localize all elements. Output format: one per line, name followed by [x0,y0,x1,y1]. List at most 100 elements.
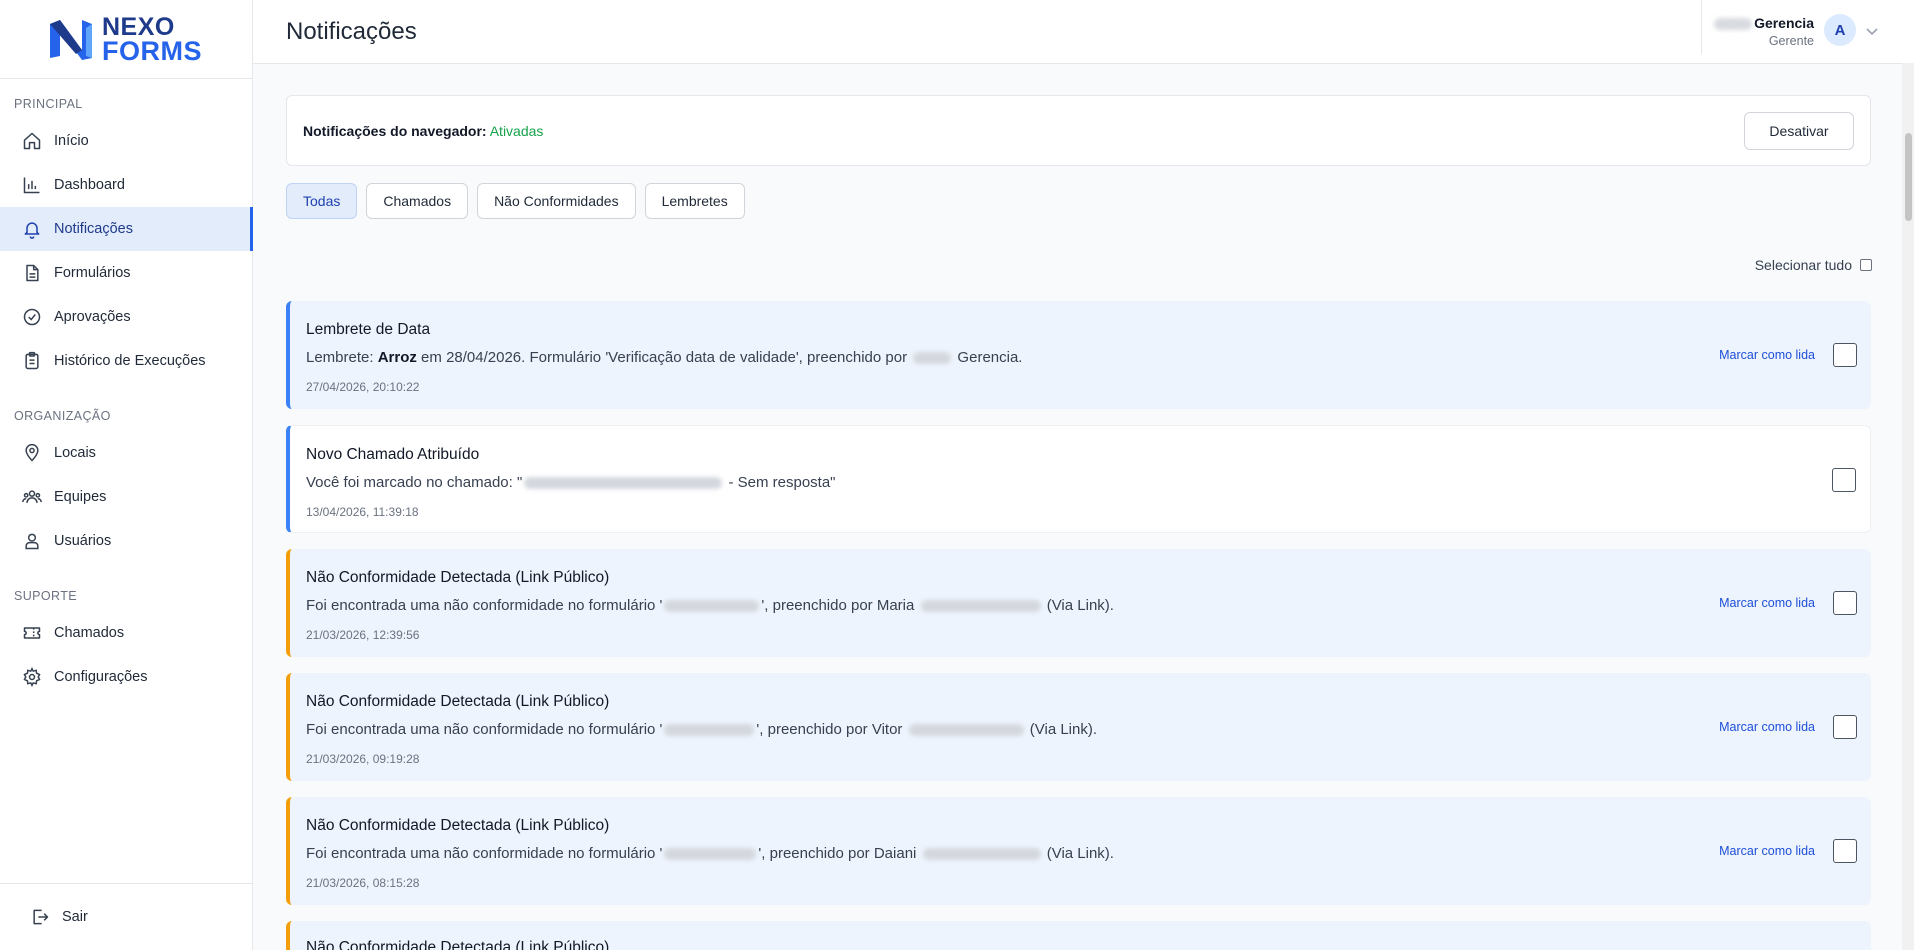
message-item-name: Arroz [377,349,417,366]
redacted-text [1714,18,1753,31]
sidebar-item-historico[interactable]: Histórico de Execuções [0,339,253,383]
chevron-down-icon[interactable] [1866,23,1878,41]
notification-checkbox[interactable] [1833,343,1857,367]
tab-todas[interactable]: Todas [286,183,358,219]
redacted-text [664,848,757,861]
redacted-text [664,724,755,737]
sidebar-item-chamados[interactable]: Chamados [0,611,253,655]
sidebar-item-label: Histórico de Execuções [54,353,206,369]
sidebar-footer-divider [0,883,253,884]
message-text: (Via Link). [1042,845,1114,862]
app-logo[interactable]: NEXO FORMS [46,15,202,65]
redacted-text [664,600,760,613]
notification-title: Novo Chamado Atribuído [306,446,480,463]
sidebar-item-label: Locais [54,445,96,461]
chart-icon [22,175,42,195]
page-title: Notificações [286,18,417,45]
message-text: Foi encontrada uma não conformidade no f… [306,597,663,614]
disable-notifications-button[interactable]: Desativar [1744,112,1854,150]
mark-as-read-button[interactable]: Marcar como lida [1719,348,1815,362]
user-name-text: Gerencia [1754,15,1814,31]
sidebar-item-label: Usuários [54,533,112,549]
message-text: (Via Link). [1042,597,1114,614]
bell-icon [22,219,42,239]
user-name: Gerencia [1714,15,1814,31]
clipboard-icon [22,351,42,371]
notification-message: Lembrete: Arroz em 28/04/2026. Formulári… [306,349,1022,366]
sidebar-item-aprovacoes[interactable]: Aprovações [0,295,253,339]
select-all-label: Selecionar tudo [1754,257,1852,273]
sidebar-item-notificacoes[interactable]: Notificações [0,207,253,251]
sidebar-divider [0,78,253,79]
sidebar-item-label: Formulários [54,265,131,281]
notification-title: Lembrete de Data [306,321,431,338]
tab-nao-conformidades[interactable]: Não Conformidades [477,183,636,219]
notification-title: Não Conformidade Detectada (Link Público… [306,817,610,834]
sidebar-item-locais[interactable]: Locais [0,431,253,475]
browser-notifications-status: Notificações do navegador: Ativadas [303,123,543,139]
notification-timestamp: 13/04/2026, 11:39:18 [306,505,419,519]
logout-button[interactable]: Sair [0,895,253,939]
logout-label: Sair [62,909,88,925]
mark-as-read-button[interactable]: Marcar como lida [1719,720,1815,734]
notification-item[interactable]: Não Conformidade Detectada (Link Público… [286,797,1871,905]
status-badge: Ativadas [489,123,544,139]
sidebar-item-dashboard[interactable]: Dashboard [0,163,253,207]
section-label-principal: PRINCIPAL [14,97,83,111]
notification-item[interactable]: Novo Chamado Atribuído Você foi marcado … [286,425,1871,533]
sidebar: NEXO FORMS PRINCIPAL Início Dashboard No… [0,0,253,950]
message-text: (Via Link). [1025,721,1098,738]
redacted-text [908,724,1024,737]
sidebar-item-label: Início [54,133,89,149]
sidebar-item-inicio[interactable]: Início [0,119,253,163]
notification-timestamp: 21/03/2026, 12:39:56 [306,628,420,642]
notification-title: Não Conformidade Detectada (Link Público… [306,569,610,586]
tab-lembretes[interactable]: Lembretes [644,183,745,219]
notification-item[interactable]: Não Conformidade Detectada (Link Público… [286,673,1871,781]
browser-notifications-card: Notificações do navegador: Ativadas Desa… [286,95,1871,166]
users-icon [22,531,42,551]
sidebar-item-formularios[interactable]: Formulários [0,251,253,295]
document-icon [22,263,42,283]
redacted-text [913,352,952,365]
sidebar-item-label: Dashboard [54,177,125,193]
notification-checkbox[interactable] [1833,591,1857,615]
tab-chamados[interactable]: Chamados [366,183,469,219]
notification-checkbox[interactable] [1832,468,1856,492]
notification-checkbox[interactable] [1833,715,1857,739]
notification-title: Não Conformidade Detectada (Link Público… [306,693,610,710]
notification-item[interactable]: Não Conformidade Detectada (Link Público… [286,549,1871,657]
notification-message: Foi encontrada uma não conformidade no f… [306,597,1114,614]
message-text: - Sem resposta" [724,474,836,491]
page-scrollbar[interactable] [1902,63,1914,950]
mark-as-read-button[interactable]: Marcar como lida [1719,596,1815,610]
mark-as-read-button[interactable]: Marcar como lida [1719,844,1815,858]
scrollbar-thumb[interactable] [1905,133,1912,221]
notification-item[interactable]: Lembrete de Data Lembrete: Arroz em 28/0… [286,301,1871,409]
message-text: em 28/04/2026. Formulário 'Verificação d… [416,349,912,366]
sidebar-item-configuracoes[interactable]: Configurações [0,655,253,699]
team-icon [22,487,42,507]
message-text: Você foi marcado no chamado: " [306,474,523,491]
notification-item[interactable]: Não Conformidade Detectada (Link Público… [286,921,1871,950]
message-text: ', preenchido por Daiani [758,845,921,862]
avatar[interactable]: A [1824,14,1856,46]
browser-notifications-label: Notificações do navegador: [303,123,487,139]
map-pin-icon [22,443,42,463]
notification-checkbox[interactable] [1833,839,1857,863]
notification-message: Foi encontrada uma não conformidade no f… [306,721,1097,738]
logout-icon [30,907,50,927]
message-text: Foi encontrada uma não conformidade no f… [306,845,663,862]
top-header: Notificações Gerencia Gerente A [253,0,1914,64]
select-all[interactable]: Selecionar tudo [1755,257,1872,273]
sidebar-item-usuarios[interactable]: Usuários [0,519,253,563]
select-all-checkbox[interactable] [1860,259,1872,271]
message-text: Foi encontrada uma não conformidade no f… [306,721,663,738]
sidebar-item-equipes[interactable]: Equipes [0,475,253,519]
check-circle-icon [22,307,42,327]
redacted-text [920,600,1041,613]
user-role: Gerente [1768,34,1814,48]
notification-title: Não Conformidade Detectada (Link Público… [306,939,610,950]
user-menu[interactable]: Gerencia Gerente A [1701,0,1914,54]
sidebar-item-label: Aprovações [54,309,131,325]
